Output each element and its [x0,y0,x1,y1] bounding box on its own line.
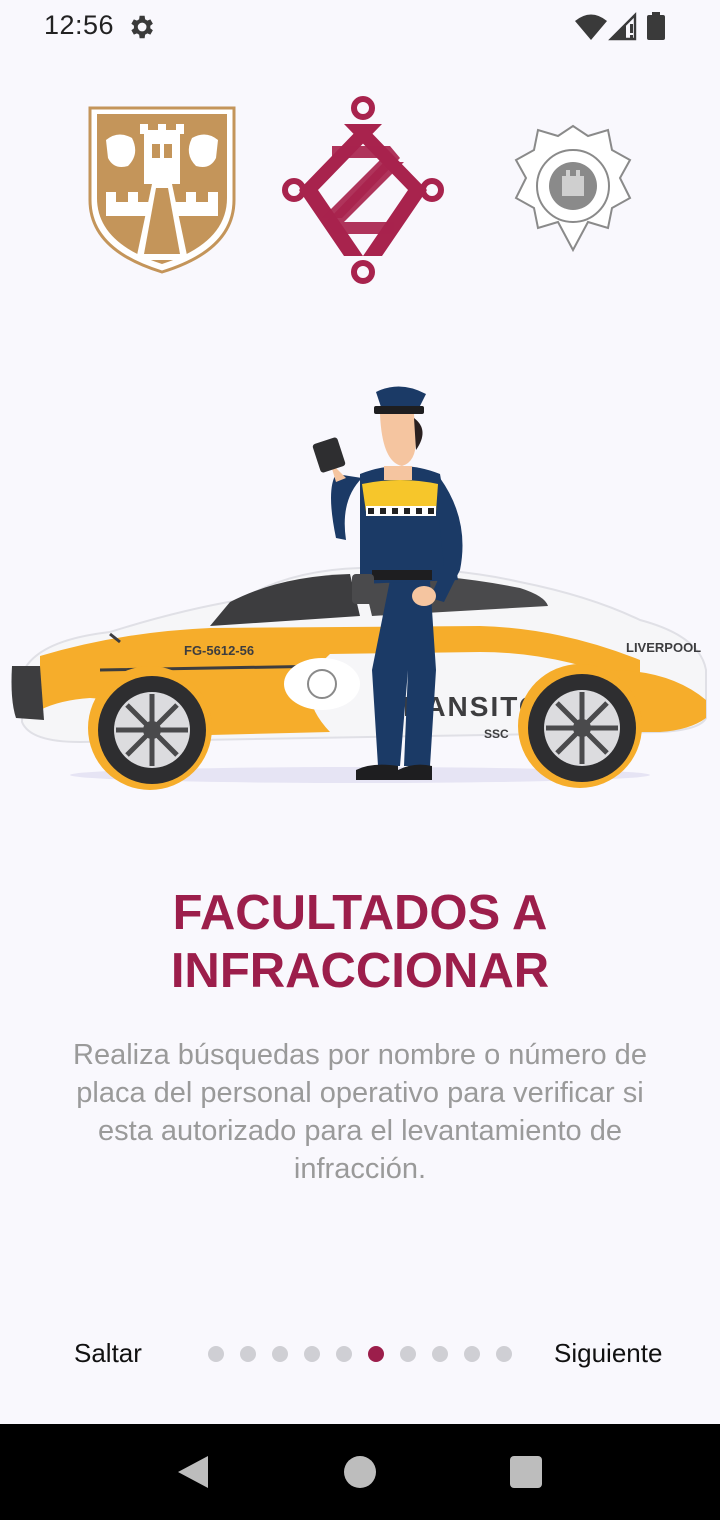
page-dot[interactable] [304,1346,320,1362]
title-line-1: FACULTADOS A [172,886,548,940]
page-dot[interactable] [400,1346,416,1362]
hero-illustration: FG-5612-56 LIVERPOOL TRANSITO SSC [11,386,707,790]
page-dot[interactable] [336,1346,352,1362]
car-plate-text: FG-5612-56 [184,643,254,658]
rear-wheel [518,664,642,788]
car-ssc-text: SSC [484,727,509,741]
page-dot-active[interactable] [368,1346,384,1362]
page-dot[interactable] [464,1346,480,1362]
status-bar: 12:56 [0,0,720,56]
car-brand-text: LIVERPOOL [626,640,701,655]
battery-icon [647,12,665,40]
skip-button[interactable]: Saltar [60,1334,156,1373]
page-dot[interactable] [208,1346,224,1362]
cdmx-shield-logo [88,106,236,274]
page-dot[interactable] [432,1346,448,1362]
cell-signal-icon [608,12,637,41]
wifi-icon [575,14,607,40]
back-icon[interactable] [176,1454,210,1490]
next-button[interactable]: Siguiente [540,1334,676,1373]
recents-icon[interactable] [510,1456,542,1488]
title-line-2: INFRACCIONAR [170,944,550,998]
page-indicator [208,1346,518,1364]
home-icon[interactable] [344,1456,376,1488]
gear-icon [131,15,153,39]
page-dot[interactable] [240,1346,256,1362]
onboarding-description: Realiza búsquedas por nombre o número de… [73,1039,647,1185]
status-time: 12:56 [44,10,115,40]
cdmx-knot-logo [282,96,444,284]
page-dot[interactable] [496,1346,512,1362]
front-wheel [88,666,212,790]
seguridad-ciudadana-badge-logo [514,124,632,252]
onboarding-title: FACULTADOS A INFRACCIONAR [60,884,660,1000]
page-dot[interactable] [272,1346,288,1362]
